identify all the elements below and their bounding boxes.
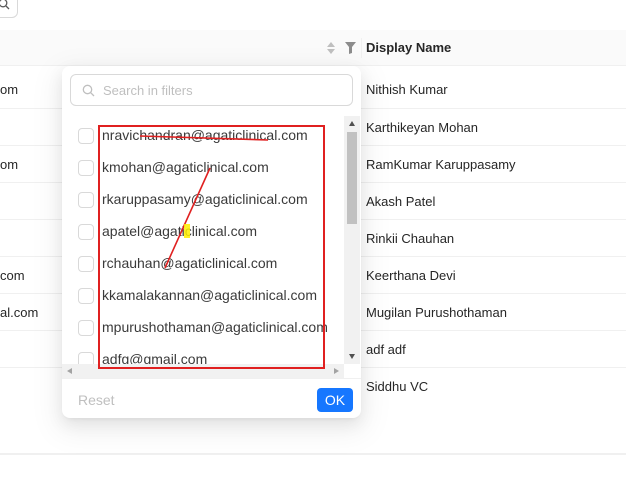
sort-icon[interactable] (325, 41, 337, 55)
horizontal-scroll-thumb[interactable] (78, 367, 326, 375)
filter-options-list: nravichandran@agaticlinical.com kmohan@a… (62, 116, 361, 366)
search-icon (0, 0, 10, 10)
option-label: kmohan@agaticlinical.com (102, 159, 269, 175)
filter-footer: Reset OK (62, 378, 361, 418)
filter-search-box[interactable] (70, 74, 353, 106)
option-checkbox[interactable] (78, 128, 94, 144)
row-display-name: Akash Patel (366, 194, 436, 209)
option-label: mpurushothaman@agaticlinical.com (102, 319, 328, 335)
search-button[interactable] (0, 0, 18, 18)
row-display-name: Siddhu VC (366, 379, 429, 394)
reset-button[interactable]: Reset (70, 388, 123, 412)
row-display-name: Karthikeyan Mohan (366, 120, 479, 135)
row-display-name: Rinkii Chauhan (366, 231, 455, 246)
row-email: al.com (0, 305, 39, 320)
filter-icon[interactable] (345, 42, 356, 54)
option-checkbox[interactable] (78, 256, 94, 272)
row-email: om (0, 157, 19, 172)
filter-option[interactable]: apatel@agaticlinical.com (78, 215, 338, 247)
filter-option[interactable]: rchauhan@agaticlinical.com (78, 247, 338, 279)
row-email: om (0, 82, 19, 97)
filter-option[interactable]: kkamalakannan@agaticlinical.com (78, 279, 338, 311)
filter-option[interactable]: nravichandran@agaticlinical.com (78, 119, 338, 151)
option-checkbox[interactable] (78, 288, 94, 304)
filter-option[interactable]: rkaruppasamy@agaticlinical.com (78, 183, 338, 215)
row-email: com (0, 268, 25, 283)
option-label: nravichandran@agaticlinical.com (102, 127, 308, 143)
row-display-name: RamKumar Karuppasamy (366, 157, 516, 172)
scroll-down-arrow-icon[interactable] (348, 352, 356, 360)
option-checkbox[interactable] (78, 192, 94, 208)
horizontal-scrollbar[interactable] (62, 364, 344, 378)
column-divider (361, 38, 362, 58)
filter-option[interactable]: adfg@gmail.com (78, 343, 338, 366)
scroll-up-arrow-icon[interactable] (348, 120, 356, 128)
filter-option[interactable]: kmohan@agaticlinical.com (78, 151, 338, 183)
ok-button[interactable]: OK (317, 388, 353, 412)
option-label: rchauhan@agaticlinical.com (102, 255, 278, 271)
table-bottom-border (0, 454, 626, 455)
vertical-scroll-thumb[interactable] (347, 132, 357, 224)
table-header: Display Name (0, 30, 626, 66)
filter-search-input[interactable] (101, 79, 341, 101)
option-label: apatel@agaticlinical.com (102, 223, 258, 239)
row-display-name: Keerthana Devi (366, 268, 456, 283)
vertical-scrollbar[interactable] (344, 116, 360, 364)
scroll-right-arrow-icon[interactable] (332, 367, 340, 375)
option-checkbox[interactable] (78, 160, 94, 176)
filter-dropdown: nravichandran@agaticlinical.com kmohan@a… (62, 66, 361, 418)
filter-option[interactable]: mpurushothaman@agaticlinical.com (78, 311, 338, 343)
row-display-name: Mugilan Purushothaman (366, 305, 507, 320)
option-label: kkamalakannan@agaticlinical.com (102, 287, 317, 303)
option-checkbox[interactable] (78, 224, 94, 240)
row-display-name: Nithish Kumar (366, 82, 448, 97)
option-label: rkaruppasamy@agaticlinical.com (102, 191, 308, 207)
option-checkbox[interactable] (78, 320, 94, 336)
column-title-display-name[interactable]: Display Name (366, 40, 451, 55)
row-display-name: adf adf (366, 342, 406, 357)
scroll-left-arrow-icon[interactable] (66, 367, 74, 375)
search-icon (82, 84, 95, 97)
